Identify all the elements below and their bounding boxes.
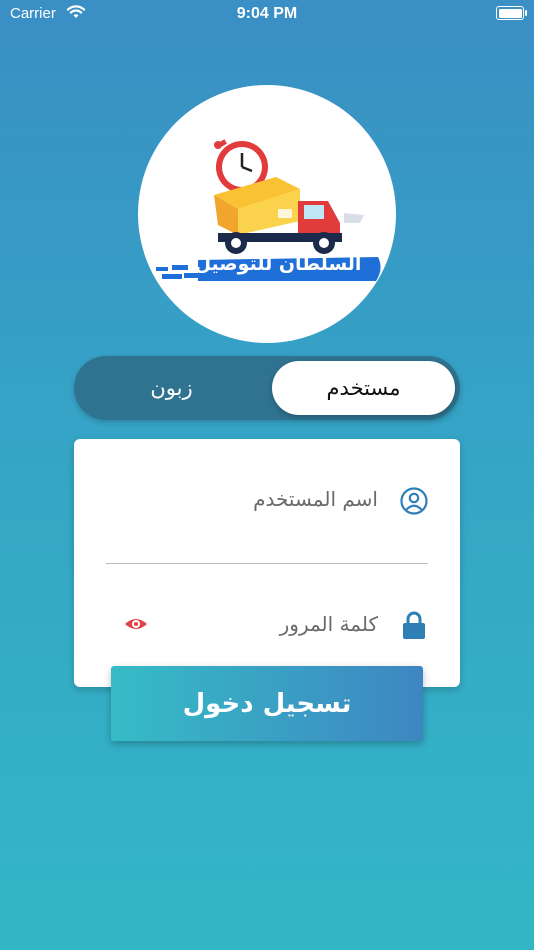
role-option-user[interactable]: مستخدم [272,361,455,415]
battery-icon [496,6,527,20]
eye-icon[interactable] [124,616,148,632]
status-time: 9:04 PM [236,5,298,22]
logo-text: السلطان للتوصيل [194,253,362,275]
login-button[interactable]: تسجيل دخول [111,666,423,741]
role-option-customer[interactable]: زبون [74,356,269,420]
field-divider [106,563,428,564]
status-bar: Carrier 9:04 PM [0,0,534,28]
login-form-card: اسم المستخدم كلمة المرور [74,439,460,687]
lock-icon [403,611,425,639]
user-circle-icon [400,487,428,515]
username-field[interactable]: اسم المستخدم [253,487,378,511]
app-logo: السلطان للتوصيل [138,85,396,343]
password-field[interactable]: كلمة المرور [280,612,378,636]
delivery-truck-icon [156,139,381,281]
role-toggle[interactable]: زبون مستخدم [74,356,460,420]
